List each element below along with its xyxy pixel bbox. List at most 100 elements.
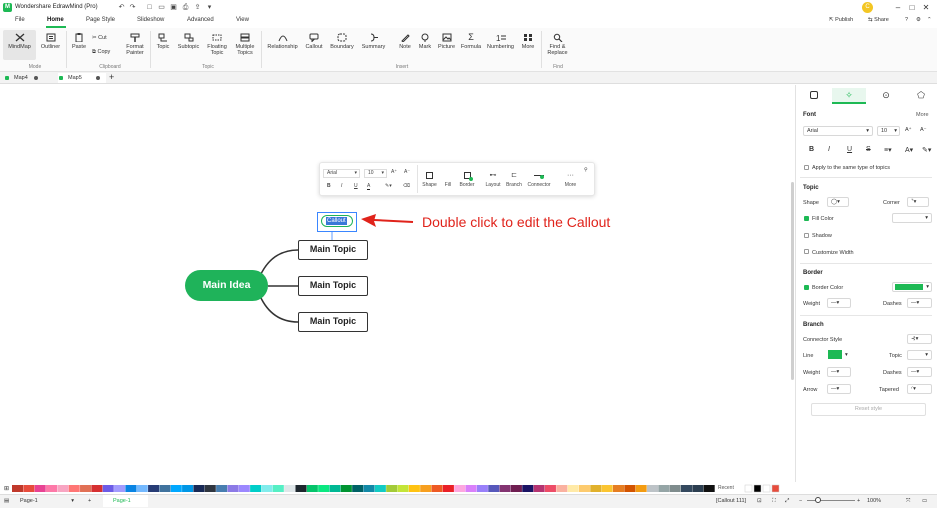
help-icon[interactable]: ? [905, 17, 908, 23]
palette-swatch[interactable] [522, 485, 534, 492]
chevron-down-icon[interactable]: ▾ [845, 352, 848, 358]
palette-swatch[interactable] [136, 485, 148, 492]
palette-swatch[interactable] [238, 485, 250, 492]
palette-swatch[interactable] [57, 485, 69, 492]
panel-italic-icon[interactable]: I [828, 146, 830, 153]
panel-strike-icon[interactable]: S [866, 146, 871, 153]
ft-shape-button[interactable]: Shape [422, 172, 437, 188]
panel-tab-theme[interactable]: ⬠ [904, 88, 937, 102]
palette-swatch[interactable] [284, 485, 296, 492]
zoom-in-icon[interactable]: + [857, 498, 860, 504]
canvas-vertical-scrollbar[interactable] [791, 182, 794, 380]
add-page-icon[interactable]: + [88, 498, 91, 504]
ft-underline-button[interactable]: U [354, 183, 358, 189]
font-more-link[interactable]: More [916, 112, 929, 118]
color-palette[interactable] [0, 484, 797, 494]
palette-swatch[interactable] [669, 485, 681, 492]
palette-swatch[interactable] [703, 485, 715, 492]
main-topic-node[interactable]: Main Topic [298, 276, 368, 296]
palette-swatch[interactable] [544, 485, 556, 492]
shrink-font-icon[interactable]: A⁻ [920, 127, 927, 133]
palette-swatch[interactable] [91, 485, 103, 492]
arrow-select[interactable]: —▾ [827, 384, 851, 394]
minimize-icon[interactable]: – [892, 2, 904, 13]
palette-swatch[interactable] [159, 485, 171, 492]
ft-italic-button[interactable]: I [341, 183, 342, 189]
palette-swatch[interactable] [386, 485, 398, 492]
grow-font-icon[interactable]: A⁺ [905, 127, 912, 133]
page-select[interactable]: Page-1 ▾ [20, 498, 74, 506]
user-avatar[interactable]: C [862, 2, 873, 13]
palette-swatch[interactable] [204, 485, 216, 492]
panel-font-select[interactable]: Arial ▾ [803, 126, 873, 136]
branch-dashes-select[interactable]: —▾ [907, 367, 932, 377]
fill-color-select[interactable]: ▾ [892, 213, 932, 223]
palette-swatch[interactable] [12, 485, 24, 492]
panel-highlight-icon[interactable]: ✎▾ [922, 146, 931, 154]
recent-swatch[interactable] [771, 484, 780, 493]
palette-swatch[interactable] [454, 485, 466, 492]
ft-branch-button[interactable]: ⊏ Branch [505, 172, 523, 188]
zoom-slider-handle[interactable] [815, 497, 821, 503]
main-idea-node[interactable]: Main Idea [185, 270, 268, 301]
palette-swatch[interactable] [556, 485, 568, 492]
palette-swatch[interactable] [499, 485, 511, 492]
line-color-swatch[interactable] [828, 350, 842, 359]
grow-font-icon[interactable]: A⁺ [391, 169, 397, 175]
palette-swatch[interactable] [261, 485, 273, 492]
align-icon[interactable]: ≡▾ [884, 146, 892, 154]
palette-swatch[interactable] [533, 485, 545, 492]
border-dashes-select[interactable]: —▾ [907, 298, 932, 308]
palette-swatch[interactable] [442, 485, 454, 492]
main-topic-node[interactable]: Main Topic [298, 312, 368, 332]
palette-swatch[interactable] [476, 485, 488, 492]
palette-swatch[interactable] [646, 485, 659, 492]
panel-tab-page[interactable] [797, 88, 831, 102]
panel-tab-style[interactable]: ✧ [832, 88, 866, 102]
palette-swatch[interactable] [306, 485, 318, 492]
palette-swatch[interactable] [680, 485, 693, 492]
palette-swatch[interactable] [46, 485, 58, 492]
share-button[interactable]: ⇆ Share [868, 17, 889, 23]
apply-same-checkbox[interactable] [804, 165, 809, 170]
fit-page-icon[interactable]: ⤧ [906, 498, 910, 505]
ft-bold-button[interactable]: B [327, 183, 331, 189]
palette-swatch[interactable] [272, 485, 284, 492]
palette-swatch[interactable] [329, 485, 341, 492]
border-weight-select[interactable]: —▾ [827, 298, 851, 308]
palette-swatch[interactable] [80, 485, 92, 492]
panel-bold-icon[interactable]: B [809, 146, 814, 153]
palette-swatch[interactable] [34, 485, 46, 492]
palette-swatch[interactable] [601, 485, 613, 492]
palette-swatch[interactable] [488, 485, 500, 492]
palette-grid-icon[interactable]: ⊞ [4, 485, 9, 492]
connector-style-select[interactable]: ⊰▾ [907, 334, 932, 344]
palette-swatch[interactable] [227, 485, 239, 492]
panel-underline-icon[interactable]: U [847, 146, 852, 153]
ft-fill-button[interactable]: Fill [442, 172, 454, 188]
corner-select[interactable]: ⌝▾ [907, 197, 929, 207]
fit-icon[interactable]: ⤢ [785, 498, 789, 505]
palette-swatch[interactable] [363, 485, 375, 492]
palette-swatch[interactable] [250, 485, 262, 492]
shadow-checkbox[interactable] [804, 233, 809, 238]
collapse-ribbon-icon[interactable]: ⌃ [927, 17, 932, 23]
ft-font-color-button[interactable]: A [367, 183, 371, 190]
shape-select[interactable]: ◯▾ [827, 197, 849, 207]
recent-swatch[interactable] [753, 484, 762, 493]
tapered-select[interactable]: ◜▾ [907, 384, 932, 394]
ft-size-select[interactable]: 10 ▾ [364, 169, 387, 178]
palette-swatch[interactable] [397, 485, 409, 492]
palette-swatch[interactable] [374, 485, 386, 492]
highlight-icon[interactable]: ✎▾ [385, 183, 392, 189]
palette-swatch[interactable] [420, 485, 432, 492]
palette-swatch[interactable] [170, 485, 182, 492]
border-color-checkbox[interactable] [804, 285, 809, 290]
palette-swatch[interactable] [431, 485, 443, 492]
fill-color-checkbox[interactable] [804, 216, 809, 221]
focus-icon[interactable]: ⊡ [757, 498, 762, 504]
clear-format-icon[interactable]: ⌫ [403, 183, 410, 189]
palette-swatch[interactable] [590, 485, 602, 492]
palette-swatch[interactable] [318, 485, 330, 492]
panel-font-color-icon[interactable]: A▾ [905, 146, 913, 154]
